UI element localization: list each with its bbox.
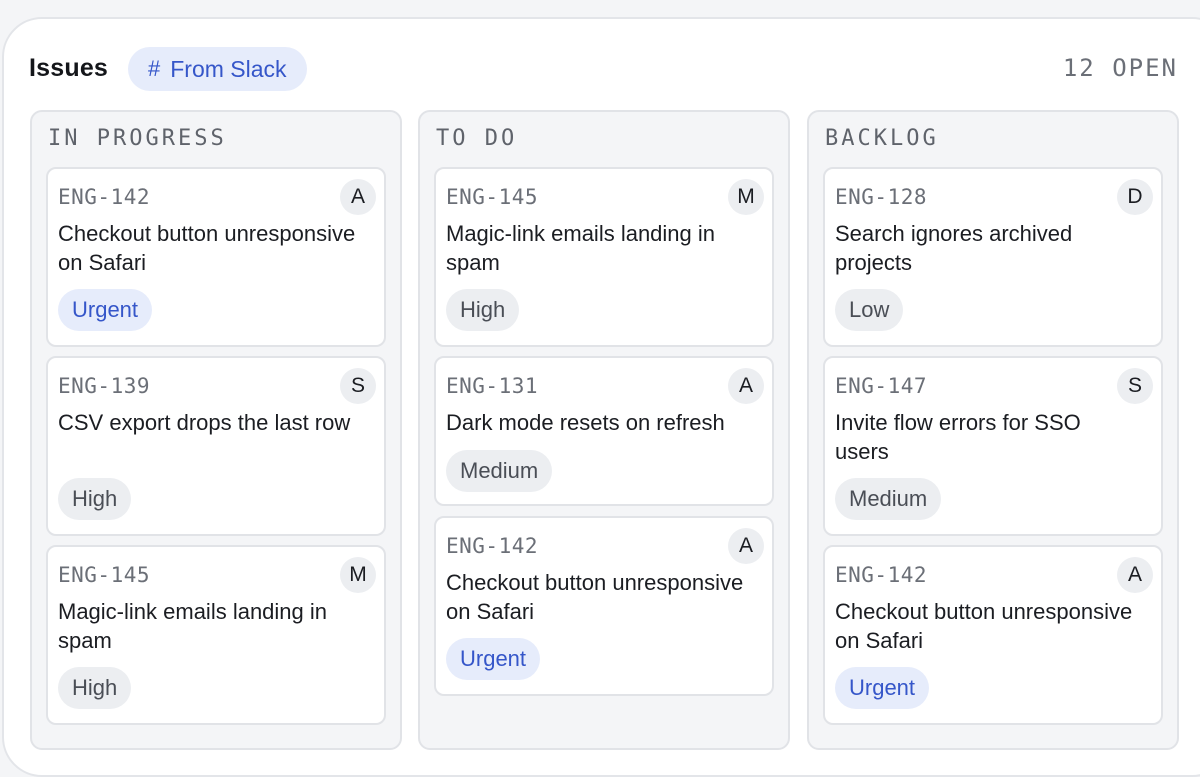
issue-title: Magic-link emails landing in spam: [446, 221, 716, 275]
issue-title: Checkout button unresponsive on Safari: [58, 221, 356, 275]
issue-card[interactable]: ENG-147 S Invite flow errors for SSO use…: [823, 356, 1163, 536]
avatar[interactable]: S: [340, 368, 376, 404]
issue-title: Search ignores archived projects: [835, 221, 1073, 275]
issue-id: ENG-139: [58, 374, 151, 398]
column-in-progress: IN PROGRESS ENG-142 A Checkout button un…: [30, 110, 402, 750]
open-count: 12 OPEN: [1062, 54, 1178, 82]
priority-badge: High: [58, 478, 132, 520]
issue-card[interactable]: ENG-142 A Checkout button unresponsive o…: [823, 545, 1163, 725]
avatar[interactable]: A: [728, 528, 764, 564]
hash-icon: #: [148, 56, 161, 81]
issue-card[interactable]: ENG-145 M Magic-link emails landing in s…: [46, 545, 386, 725]
avatar[interactable]: A: [1117, 557, 1153, 593]
avatar[interactable]: D: [1117, 179, 1153, 215]
priority-badge: Low: [835, 289, 904, 331]
priority-badge: Urgent: [835, 667, 930, 709]
column-title: BACKLOG: [825, 126, 939, 151]
priority-badge: High: [446, 289, 520, 331]
column-to-do: TO DO ENG-145 M Magic-link emails landin…: [418, 110, 790, 750]
issue-title: Checkout button unresponsive on Safari: [446, 570, 744, 624]
priority-badge: High: [58, 667, 132, 709]
issue-id: ENG-131: [446, 374, 539, 398]
avatar[interactable]: A: [340, 179, 376, 215]
issue-id: ENG-147: [835, 374, 928, 398]
issue-card[interactable]: ENG-142 A Checkout button unresponsive o…: [434, 516, 774, 696]
column-title: TO DO: [436, 126, 518, 151]
page-title: Issues: [29, 54, 109, 82]
priority-badge: Urgent: [446, 638, 541, 680]
issue-card[interactable]: ENG-142 A Checkout button unresponsive o…: [46, 167, 386, 347]
issue-id: ENG-142: [835, 563, 928, 587]
issue-card[interactable]: ENG-128 D Search ignores archived projec…: [823, 167, 1163, 347]
avatar[interactable]: S: [1117, 368, 1153, 404]
issue-card[interactable]: ENG-131 A Dark mode resets on refresh Me…: [434, 356, 774, 506]
issue-id: ENG-128: [835, 185, 928, 209]
issue-title: Checkout button unresponsive on Safari: [835, 599, 1133, 653]
issue-title: Invite flow errors for SSO users: [835, 410, 1081, 464]
issue-id: ENG-145: [446, 185, 539, 209]
priority-badge: Medium: [446, 450, 553, 492]
issue-card[interactable]: ENG-145 M Magic-link emails landing in s…: [434, 167, 774, 347]
priority-badge: Medium: [835, 478, 942, 520]
from-slack-filter-chip[interactable]: # From Slack: [128, 47, 307, 91]
priority-badge: Urgent: [58, 289, 153, 331]
issue-id: ENG-142: [58, 185, 151, 209]
issue-title: Magic-link emails landing in spam: [58, 599, 328, 653]
filter-chip-label: From Slack: [170, 55, 287, 82]
issue-card[interactable]: ENG-139 S CSV export drops the last row …: [46, 356, 386, 536]
issue-title: Dark mode resets on refresh: [446, 410, 725, 435]
issue-id: ENG-145: [58, 563, 151, 587]
avatar[interactable]: A: [728, 368, 764, 404]
issue-title: CSV export drops the last row: [58, 410, 351, 435]
avatar[interactable]: M: [728, 179, 764, 215]
issue-id: ENG-142: [446, 534, 539, 558]
board-header: Issues # From Slack 12 OPEN: [0, 0, 1200, 110]
avatar[interactable]: M: [340, 557, 376, 593]
column-backlog: BACKLOG ENG-128 D Search ignores archive…: [807, 110, 1179, 750]
column-title: IN PROGRESS: [48, 126, 227, 151]
